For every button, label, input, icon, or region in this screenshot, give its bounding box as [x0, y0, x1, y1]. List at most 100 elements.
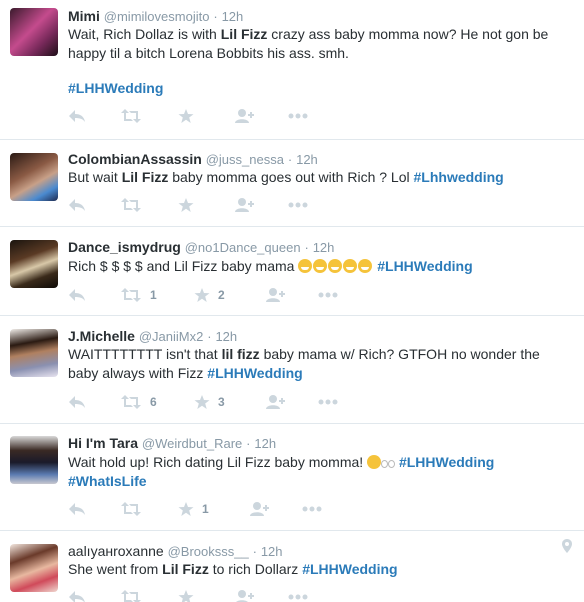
hashtag-link[interactable]: #Lhhwedding [414, 169, 504, 185]
tweet-text: WAITTTTTTTT isn't that lil fizz baby mam… [68, 345, 568, 383]
tweet[interactable]: Hi I'm Tara @Weirdbut_Rare · 12h Wait ho… [0, 424, 584, 531]
reply-icon[interactable] [68, 499, 86, 519]
reply-icon[interactable] [68, 587, 86, 602]
username[interactable]: @mimilovesmojito [104, 9, 210, 24]
retweet-icon[interactable] [120, 195, 150, 215]
username[interactable]: @juss_nessa [206, 152, 284, 167]
reply-icon[interactable] [68, 392, 86, 412]
fullname[interactable]: J.Michelle [68, 328, 135, 344]
retweet-icon[interactable]: 6 [120, 392, 157, 412]
reply-icon[interactable] [68, 195, 86, 215]
avatar[interactable] [10, 544, 58, 592]
tweet-text: Wait, Rich Dollaz is with Lil Fizz crazy… [68, 25, 568, 63]
highlight-text: Lil Fizz [220, 26, 268, 42]
hashtag-link[interactable]: #LHHWedding [207, 365, 302, 381]
tweet-actions: 6 3 [68, 392, 488, 412]
favorite-icon[interactable]: 2 [194, 285, 225, 305]
tweet-actions [68, 106, 488, 126]
timestamp[interactable]: 12h [296, 152, 318, 167]
grin-emoji-icon [313, 259, 328, 273]
highlight-text: Lil Fizz [162, 561, 209, 577]
username[interactable]: @JaniiMx2 [139, 329, 204, 344]
separator-dot: · [207, 329, 212, 344]
tweet-text: Rich $ $ $ $ and Lil Fizz baby mama #LHH… [68, 257, 568, 276]
follow-icon[interactable] [233, 106, 255, 126]
tweet[interactable]: J.Michelle @JaniiMx2 · 12h WAITTTTTTTT i… [0, 316, 584, 424]
avatar[interactable] [10, 153, 58, 201]
hashtag-link[interactable]: #LHHWedding [377, 258, 472, 274]
retweet-count: 1 [150, 288, 157, 302]
follow-icon[interactable] [264, 285, 286, 305]
timestamp[interactable]: 12h [261, 544, 283, 559]
tweet-text: She went from Lil Fizz to rich Dollarz #… [68, 560, 568, 579]
reply-icon[interactable] [68, 285, 86, 305]
favorite-icon[interactable]: 3 [194, 392, 225, 412]
separator-dot: · [213, 9, 218, 24]
tweet[interactable]: aalıyaнroxanne @Brooksss__ · 12h She wen… [0, 531, 584, 602]
favorite-icon[interactable]: 1 [178, 499, 209, 519]
retweet-icon[interactable] [120, 106, 150, 126]
timestamp[interactable]: 12h [254, 436, 276, 451]
more-icon[interactable] [288, 587, 308, 602]
timestamp[interactable]: 12h [222, 9, 244, 24]
tweet[interactable]: ColombianAssassin @juss_nessa · 12h But … [0, 140, 584, 227]
more-icon[interactable] [318, 285, 338, 305]
username[interactable]: @Brooksss__ [168, 544, 249, 559]
tweet-actions: 1 [68, 499, 488, 519]
username[interactable]: @Weirdbut_Rare [142, 436, 242, 451]
more-icon[interactable] [318, 392, 338, 412]
location-pin-icon[interactable] [562, 539, 572, 556]
hashtag-link[interactable]: #LHHWedding [68, 80, 163, 96]
fullname[interactable]: Mimi [68, 8, 100, 24]
tweet[interactable]: Mimi @mimilovesmojito · 12h Wait, Rich D… [0, 0, 584, 140]
follow-icon[interactable] [248, 499, 270, 519]
tweet-actions [68, 587, 488, 602]
more-icon[interactable] [288, 195, 308, 215]
follow-icon[interactable] [233, 587, 255, 602]
retweet-icon[interactable]: 1 [120, 285, 157, 305]
favorite-count: 1 [202, 502, 209, 516]
avatar[interactable] [10, 329, 58, 377]
tweet-text-part: But wait [68, 169, 122, 185]
hashtag-link[interactable]: #WhatIsLife [68, 473, 147, 489]
fullname[interactable]: ColombianAssassin [68, 151, 202, 167]
more-icon[interactable] [288, 106, 308, 126]
favorite-icon[interactable] [178, 106, 202, 126]
avatar[interactable] [10, 8, 58, 56]
more-icon[interactable] [302, 499, 322, 519]
tweet-text: Wait hold up! Rich dating Lil Fizz baby … [68, 453, 568, 491]
hashtag-link[interactable]: #LHHWedding [302, 561, 397, 577]
avatar[interactable] [10, 436, 58, 484]
separator-dot: · [246, 436, 251, 451]
retweet-icon[interactable] [120, 499, 150, 519]
fullname[interactable]: Dance_ismydrug [68, 239, 181, 255]
tweet-actions [68, 195, 488, 215]
tweet-text-part: She went from [68, 561, 163, 577]
favorite-count: 2 [218, 288, 225, 302]
favorite-count: 3 [218, 395, 225, 409]
tweet-text-part: Wait, Rich Dollaz is with [68, 26, 221, 42]
username[interactable]: @no1Dance_queen [185, 240, 301, 255]
highlight-text: lil fizz [221, 346, 260, 362]
avatar[interactable] [10, 240, 58, 288]
hashtag-link[interactable]: #LHHWedding [399, 454, 494, 470]
follow-icon[interactable] [233, 195, 255, 215]
tweet[interactable]: Dance_ismydrug @no1Dance_queen · 12h Ric… [0, 227, 584, 316]
grin-emoji-icon [343, 259, 358, 273]
timestamp[interactable]: 12h [313, 240, 335, 255]
reply-icon[interactable] [68, 106, 86, 126]
separator-dot: · [252, 544, 257, 559]
separator-dot: · [287, 152, 293, 167]
timestamp[interactable]: 12h [215, 329, 237, 344]
favorite-icon[interactable] [178, 587, 202, 602]
follow-icon[interactable] [264, 392, 286, 412]
eyes-emoji-icon [381, 459, 396, 468]
fullname[interactable]: aalıyaнroxanne [68, 543, 164, 559]
grin-emoji-icon [358, 259, 373, 273]
tweet-text-part: baby momma goes out with Rich ? Lol [168, 169, 414, 185]
retweet-icon[interactable] [120, 587, 150, 602]
tweet-text-part: Wait hold up! Rich dating Lil Fizz baby … [68, 454, 368, 470]
favorite-icon[interactable] [178, 195, 202, 215]
grin-emoji-icon [328, 259, 343, 273]
fullname[interactable]: Hi I'm Tara [68, 435, 138, 451]
